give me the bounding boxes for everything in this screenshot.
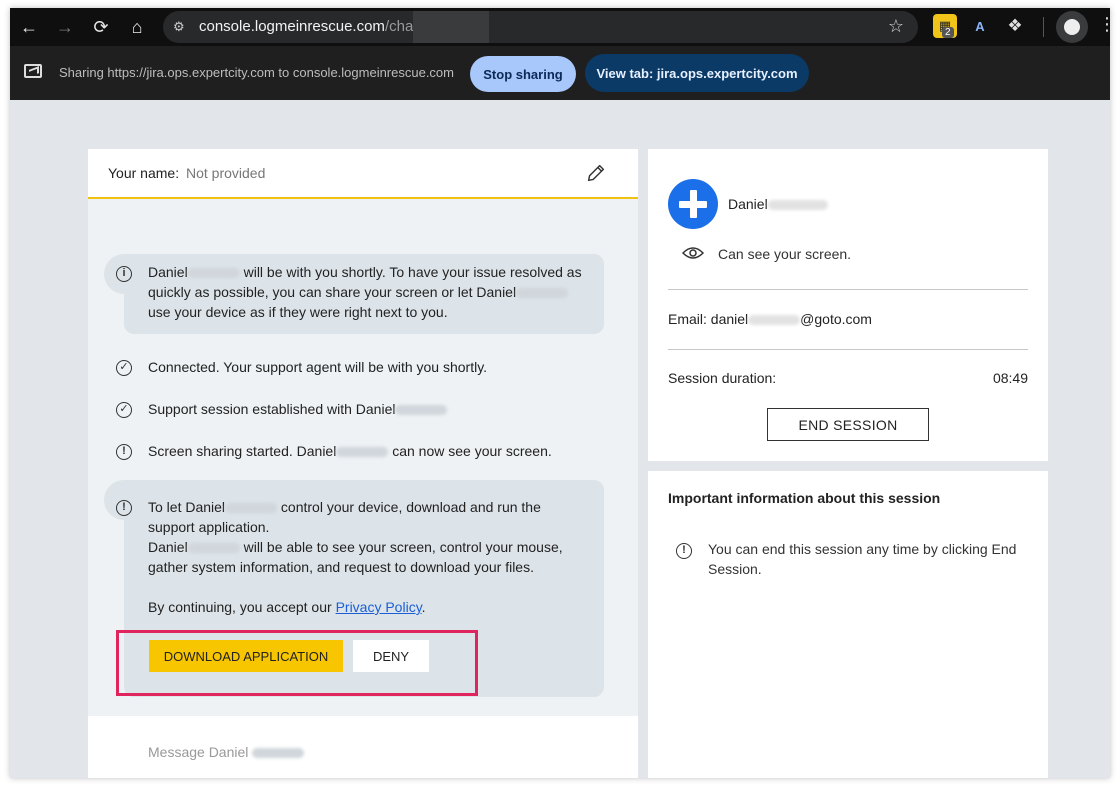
message-input[interactable]: Message Daniel xyxy=(148,744,305,760)
agent-name: Daniel xyxy=(728,196,828,212)
reload-icon[interactable]: ⟳ xyxy=(86,12,116,42)
redacted-name xyxy=(225,503,278,514)
message-input-area[interactable]: Message Daniel xyxy=(88,716,638,778)
redacted-name xyxy=(748,315,801,326)
alert-circle-icon: ! xyxy=(116,500,132,516)
redacted-name xyxy=(516,288,569,299)
deny-button[interactable]: DENY xyxy=(353,640,429,672)
translate-extension-icon[interactable]: A xyxy=(968,14,992,38)
agent-email: Email: daniel @goto.com xyxy=(668,311,872,327)
address-bar[interactable]: ⚙ console.logmeinrescue.com/chat/ ☆ xyxy=(163,11,918,43)
chat-panel: Your name: Not provided i Daniel will be… xyxy=(88,149,638,778)
redacted-name xyxy=(187,543,240,554)
url-host: console.logmeinrescue.com xyxy=(199,18,385,35)
extension-badge: 2 xyxy=(942,27,954,38)
download-application-button[interactable]: DOWNLOAD APPLICATION xyxy=(149,640,343,672)
privacy-policy-link[interactable]: Privacy Policy xyxy=(336,599,422,615)
session-established-message: Support session established with Daniel xyxy=(148,399,448,419)
info-icon: i xyxy=(116,266,132,282)
consent-suffix: . xyxy=(421,599,426,615)
agent-avatar-plus-icon xyxy=(668,179,718,229)
message-text: To let Daniel xyxy=(148,499,226,515)
end-session-button[interactable]: END SESSION xyxy=(767,408,929,441)
url-redaction xyxy=(413,11,489,43)
menu-kebab-icon[interactable]: ⋮ xyxy=(1098,14,1110,35)
alert-circle-icon: ! xyxy=(116,444,132,460)
connected-message: Connected. Your support agent will be wi… xyxy=(148,359,488,375)
message-text: Support session established with Daniel xyxy=(148,401,396,417)
alert-circle-icon: ! xyxy=(676,543,692,559)
browser-toolbar: ← → ⟳ ⌂ ⚙ console.logmeinrescue.com/chat… xyxy=(10,8,1110,46)
name-row: Your name: Not provided xyxy=(88,149,638,199)
session-info-card: Important information about this session… xyxy=(648,471,1048,778)
agent-status: Can see your screen. xyxy=(718,246,852,262)
extensions-puzzle-icon[interactable]: ❖ xyxy=(1003,14,1027,38)
redacted-name xyxy=(395,405,448,416)
message-text: Screen sharing started. Daniel xyxy=(148,443,337,459)
sharing-text: Sharing https://jira.ops.expertcity.com … xyxy=(59,65,454,80)
name-value: Not provided xyxy=(186,165,266,181)
url-text[interactable]: console.logmeinrescue.com/chat/ xyxy=(199,18,422,35)
site-settings-icon[interactable]: ⚙ xyxy=(173,19,189,35)
message-placeholder: Message Daniel xyxy=(148,744,249,760)
redacted-name xyxy=(187,268,240,279)
info-text: You can end this session any time by cli… xyxy=(708,541,1017,577)
info-title: Important information about this session xyxy=(668,490,941,506)
eye-icon xyxy=(682,247,704,259)
email-prefix: Email: daniel xyxy=(668,311,749,327)
message-text: Daniel xyxy=(148,539,188,555)
check-circle-icon: ✓ xyxy=(116,360,132,376)
view-tab-button[interactable]: View tab: jira.ops.expertcity.com xyxy=(585,54,809,92)
toolbar-divider xyxy=(1043,17,1044,37)
name-label: Your name: xyxy=(108,165,180,181)
stop-sharing-button[interactable]: Stop sharing xyxy=(470,56,576,92)
screen-share-icon xyxy=(24,64,42,78)
divider xyxy=(668,349,1028,350)
back-icon[interactable]: ← xyxy=(14,12,44,42)
edit-pencil-icon[interactable] xyxy=(585,162,607,184)
message-text: can now see your screen. xyxy=(388,443,552,459)
home-icon[interactable]: ⌂ xyxy=(122,12,152,42)
consent-text: By continuing, you accept our Privacy Po… xyxy=(148,597,426,617)
divider xyxy=(668,289,1028,290)
browser-window: ← → ⟳ ⌂ ⚙ console.logmeinrescue.com/chat… xyxy=(10,8,1110,778)
redacted-name xyxy=(767,200,828,211)
message-text: Daniel xyxy=(148,264,188,280)
message-text: use your device as if they were right ne… xyxy=(148,304,448,320)
session-duration-value: 08:49 xyxy=(992,370,1028,386)
redacted-name xyxy=(252,748,305,759)
forward-icon[interactable]: → xyxy=(50,12,80,42)
agent-first-name: Daniel xyxy=(728,196,768,212)
consent-prefix: By continuing, you accept our xyxy=(148,599,336,615)
profile-avatar-icon[interactable] xyxy=(1056,11,1088,43)
screen-sharing-message: Screen sharing started. Daniel can now s… xyxy=(148,441,552,461)
check-circle-icon: ✓ xyxy=(116,402,132,418)
redacted-name xyxy=(336,447,389,458)
session-duration-label: Session duration: xyxy=(668,370,777,386)
sharing-infobar: Sharing https://jira.ops.expertcity.com … xyxy=(10,46,1110,100)
email-suffix: @goto.com xyxy=(800,311,872,327)
agent-card: Daniel Can see your screen. Email: danie… xyxy=(648,149,1048,461)
bookmark-star-icon[interactable]: ☆ xyxy=(888,16,904,37)
download-prompt-text: To let Daniel control your device, downl… xyxy=(148,497,578,577)
welcome-message: Daniel will be with you shortly. To have… xyxy=(148,262,588,322)
